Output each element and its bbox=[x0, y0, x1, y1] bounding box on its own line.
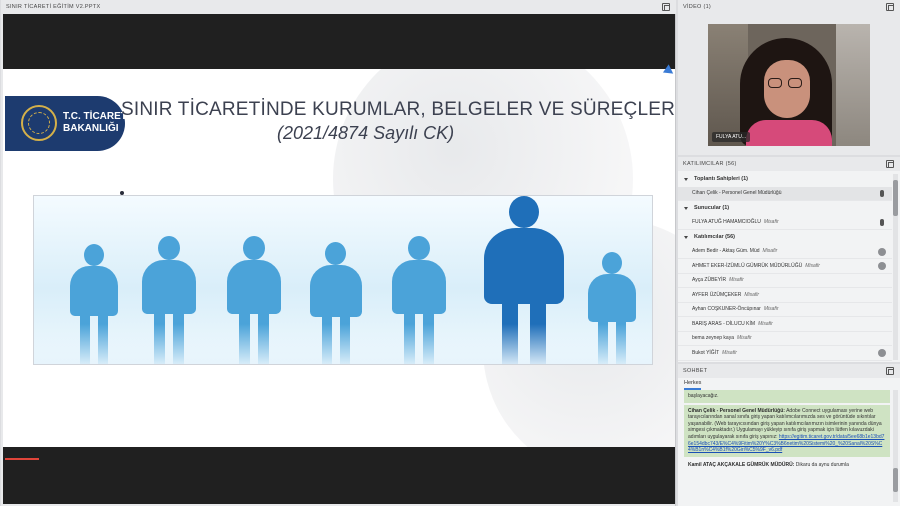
attendee-row[interactable]: AHMET EKER-İZÜMLÜ GÜMRÜK MÜDÜRLÜĞÜ Misafi… bbox=[678, 259, 892, 274]
group-presenters[interactable]: Sunucular (1) bbox=[678, 201, 892, 216]
attendee-row[interactable]: BARIŞ ARAS - DİLUCU KİM Misafir bbox=[678, 317, 892, 332]
floor-reflection bbox=[34, 324, 652, 364]
logo-line-2: BAKANLIĞI bbox=[63, 123, 119, 134]
share-pod-title: SINIR TİCARETİ EĞİTİM V2.PPTX bbox=[6, 4, 101, 10]
chat-sender: Kamil ATAÇ AKÇAKALE GÜMRÜK MÜDÜRÜ: bbox=[688, 461, 795, 468]
chevron-down-icon bbox=[684, 235, 688, 239]
chat-message: Cihan Çelik - Personel Genel Müdürlüğü: … bbox=[684, 404, 890, 457]
slide-title: SINIR TİCARETİNDE KURUMLAR, BELGELER VE … bbox=[121, 99, 675, 120]
share-pod-header: SINIR TİCARETİ EĞİTİM V2.PPTX bbox=[1, 0, 676, 14]
chat-message: Kamil ATAÇ AKÇAKALE GÜMRÜK MÜDÜRÜ: Dikar… bbox=[688, 461, 849, 468]
slide-subtitle: (2021/4874 Sayılı CK) bbox=[277, 123, 455, 143]
share-pod: SINIR TİCARETİ EĞİTİM V2.PPTX T.C. TİCAR… bbox=[1, 0, 677, 506]
ministry-emblem-icon bbox=[21, 105, 57, 141]
slide-progress-indicator bbox=[5, 458, 39, 460]
attendee-row[interactable]: Ayhan COŞKUNER-Öncüpınar Misafir bbox=[678, 303, 892, 317]
chevron-down-icon bbox=[684, 206, 688, 210]
attendees-pod-title: KATILIMCILAR (56) bbox=[683, 161, 737, 167]
fullscreen-icon[interactable] bbox=[886, 160, 894, 168]
fullscreen-icon[interactable] bbox=[886, 3, 894, 11]
chat-messages: başlayacağız. Cihan Çelik - Personel Gen… bbox=[684, 390, 890, 502]
attendees-pod: KATILIMCILAR (56) Toplantı Sahipleri (1)… bbox=[678, 157, 900, 362]
microphone-icon bbox=[880, 218, 884, 226]
chat-message: başlayacağız. bbox=[684, 390, 890, 403]
attendee-row[interactable]: Ayça ZÜBEYİR Misafir bbox=[678, 274, 892, 288]
attendee-row[interactable]: Bukot YİĞİT Misafir bbox=[678, 346, 892, 361]
attendee-row[interactable]: AYFER ÜZÜMÇEKER Misafir bbox=[678, 288, 892, 303]
chat-pod-header: SOHBET bbox=[678, 364, 900, 378]
business-people-silhouette-image bbox=[33, 195, 653, 365]
attendee-list: Toplantı Sahipleri (1) Cihan Çelik - Per… bbox=[678, 172, 892, 362]
logo-line-1: T.C. TİCARET bbox=[63, 111, 127, 122]
globe-icon bbox=[878, 247, 886, 256]
share-area: T.C. TİCARET BAKANLIĞI SINIR TİCARETİNDE… bbox=[3, 14, 677, 504]
chat-sender: Cihan Çelik - Personel Genel Müdürlüğü: bbox=[688, 407, 785, 414]
microphone-icon bbox=[880, 189, 884, 197]
attendee-scrollbar-thumb[interactable] bbox=[893, 180, 898, 216]
webcam-video-feed[interactable]: FULYA ATU... bbox=[708, 24, 870, 146]
attendees-pod-header: KATILIMCILAR (56) bbox=[678, 157, 900, 171]
globe-icon bbox=[878, 349, 886, 357]
video-pod-title: VİDEO (1) bbox=[683, 4, 712, 10]
attendee-row[interactable]: FULYA ATUĞ HAMAMCIOĞLU Misafir bbox=[678, 216, 892, 230]
group-hosts[interactable]: Toplantı Sahipleri (1) bbox=[678, 172, 892, 187]
attendee-scrollbar[interactable] bbox=[893, 174, 898, 360]
fullscreen-icon[interactable] bbox=[886, 367, 894, 375]
video-name-tag: FULYA ATU... bbox=[712, 132, 751, 142]
globe-icon bbox=[878, 262, 886, 270]
ministry-logo-text: T.C. TİCARET BAKANLIĞI bbox=[63, 111, 127, 135]
attendee-row[interactable]: Cihan Çelik - Personel Genel Müdürlüğü bbox=[678, 186, 892, 201]
adobe-connect-window: SINIR TİCARETİ EĞİTİM V2.PPTX T.C. TİCAR… bbox=[0, 0, 900, 506]
fullscreen-icon[interactable] bbox=[662, 3, 670, 11]
presentation-slide: T.C. TİCARET BAKANLIĞI SINIR TİCARETİNDE… bbox=[3, 69, 675, 447]
chat-pod: SOHBET Herkes başlayacağız. Cihan Çelik … bbox=[678, 364, 900, 506]
attendee-row[interactable]: Adem Bedir - Aktaş Güm. Müd Misafir bbox=[678, 245, 892, 259]
chat-scrollbar-thumb[interactable] bbox=[893, 468, 898, 492]
video-pod-header: VİDEO (1) bbox=[678, 0, 900, 14]
group-participants[interactable]: Katılımcılar (56) bbox=[678, 230, 892, 245]
chat-tab-everyone[interactable]: Herkes bbox=[684, 380, 702, 390]
chat-scrollbar[interactable] bbox=[893, 390, 898, 502]
attendee-row[interactable]: bema zeynep kaya Misafir bbox=[678, 332, 892, 346]
chat-pod-title: SOHBET bbox=[683, 368, 708, 374]
video-pod: VİDEO (1) FULYA ATU... bbox=[678, 0, 900, 155]
chevron-down-icon bbox=[684, 177, 688, 181]
